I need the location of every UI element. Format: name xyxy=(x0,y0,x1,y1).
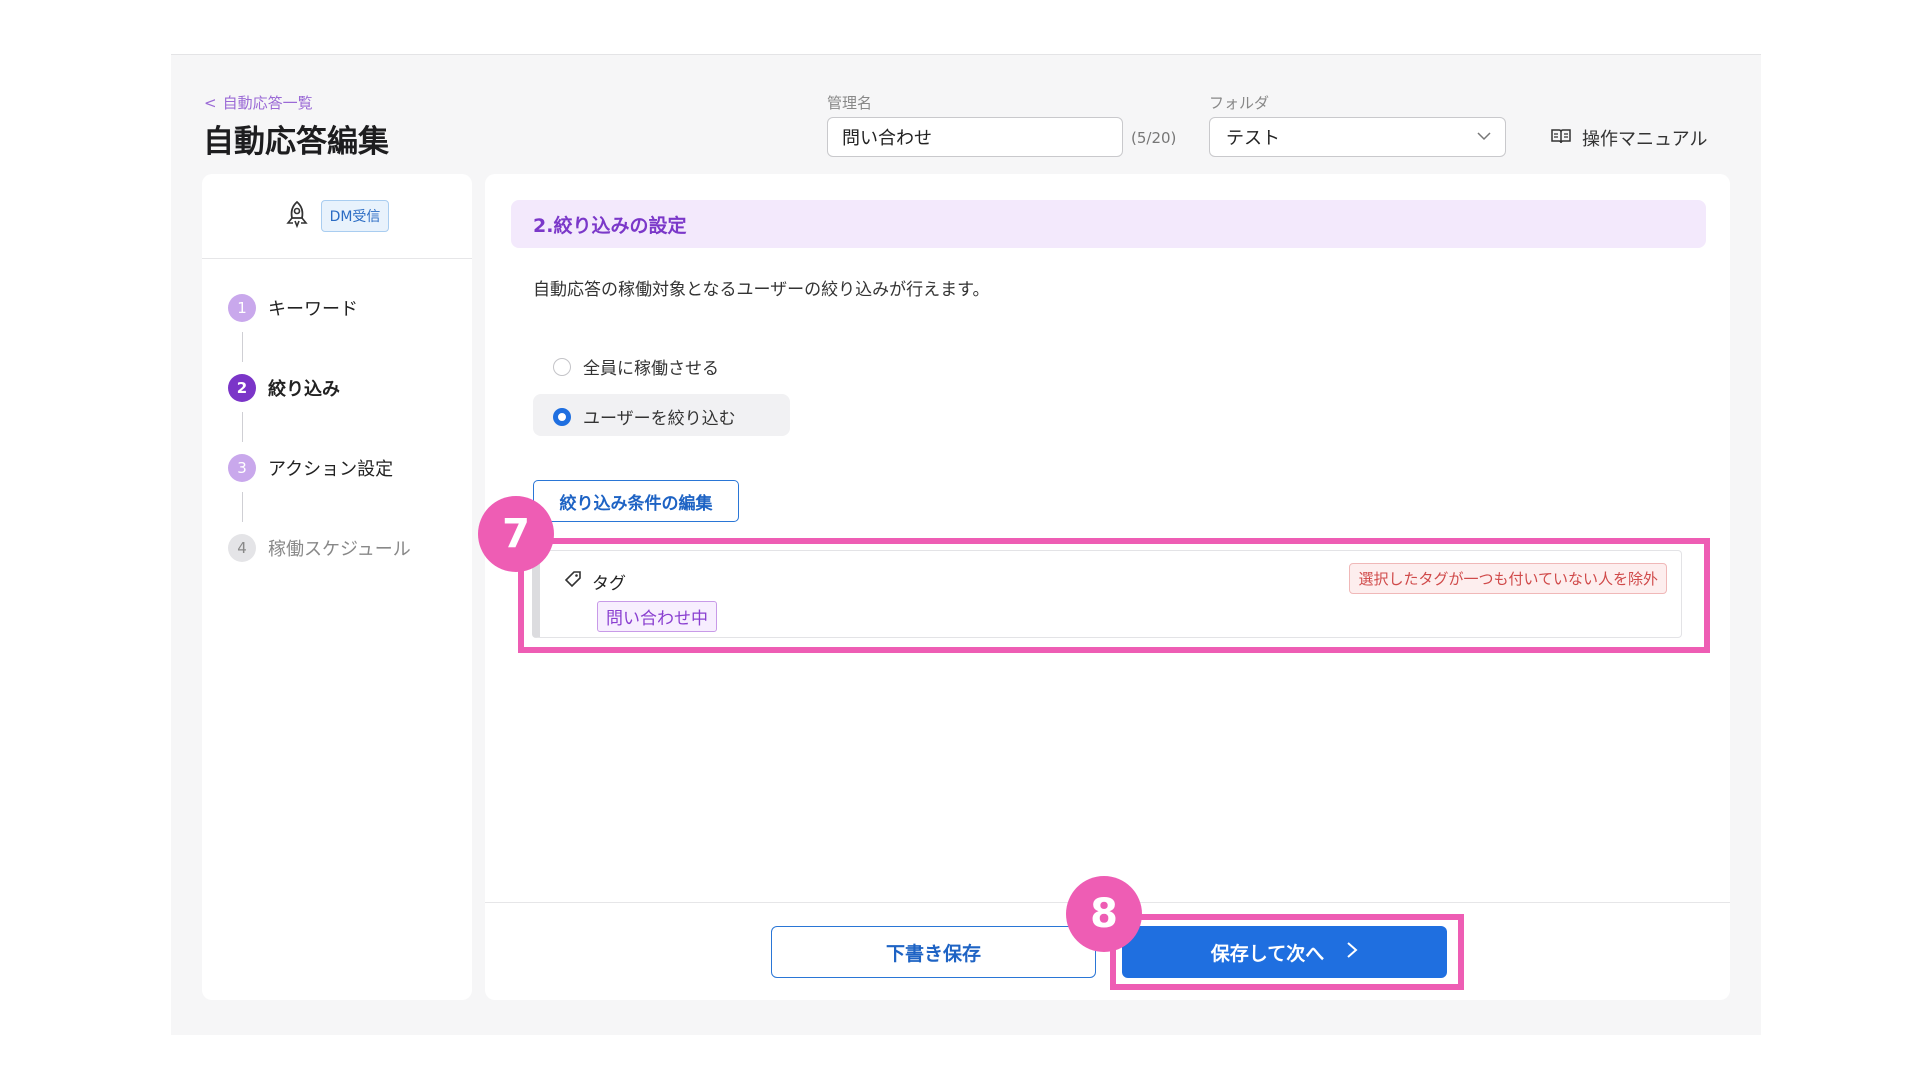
chevron-down-icon xyxy=(1477,129,1491,145)
callout-8: 8 xyxy=(1066,876,1142,952)
highlight-box-tag-condition xyxy=(518,538,1710,653)
back-link[interactable]: < 自動応答一覧 xyxy=(204,92,313,113)
callout-7: 7 xyxy=(478,496,554,572)
book-icon xyxy=(1550,127,1572,150)
step-keyword[interactable]: 1 キーワード xyxy=(228,294,358,322)
folder-field-label: フォルダ xyxy=(1209,94,1270,112)
step-number: 2 xyxy=(228,374,256,402)
step-connector xyxy=(242,412,243,442)
back-link-label: 自動応答一覧 xyxy=(222,94,313,112)
name-char-counter: (5/20) xyxy=(1131,129,1177,147)
radio-all-users[interactable]: 全員に稼働させる xyxy=(553,354,719,379)
step-number: 3 xyxy=(228,454,256,482)
radio-filter-users[interactable]: ユーザーを絞り込む xyxy=(553,404,736,429)
radio-label: 全員に稼働させる xyxy=(583,359,719,379)
name-input[interactable] xyxy=(827,117,1123,157)
name-field-label: 管理名 xyxy=(827,94,873,112)
step-number: 1 xyxy=(228,294,256,322)
trigger-row: DM受信 xyxy=(202,174,472,259)
manual-link[interactable]: 操作マニュアル xyxy=(1550,125,1707,151)
chevron-left-icon: < xyxy=(204,93,217,112)
highlight-box-save-next xyxy=(1110,914,1464,990)
step-schedule[interactable]: 4 稼働スケジュール xyxy=(228,534,411,562)
rocket-icon xyxy=(285,200,309,232)
step-sidebar: DM受信 1 キーワード 2 絞り込み 3 アクション設定 4 稼働スケジュール xyxy=(202,174,472,1000)
save-draft-button[interactable]: 下書き保存 xyxy=(771,926,1096,978)
step-label: アクション設定 xyxy=(268,459,394,480)
manual-label: 操作マニュアル xyxy=(1582,129,1708,150)
step-connector xyxy=(242,492,243,522)
section-description: 自動応答の稼働対象となるユーザーの絞り込みが行えます。 xyxy=(533,280,990,300)
folder-select[interactable]: テスト xyxy=(1209,117,1506,157)
section-title: 2.絞り込みの設定 xyxy=(511,200,1706,248)
folder-select-value: テスト xyxy=(1226,128,1280,149)
edit-filter-conditions-button[interactable]: 絞り込み条件の編集 xyxy=(533,480,739,522)
page-title: 自動応答編集 xyxy=(203,124,389,160)
step-number: 4 xyxy=(228,534,256,562)
step-label: 稼働スケジュール xyxy=(268,539,411,560)
step-connector xyxy=(242,332,243,362)
radio-button[interactable] xyxy=(553,407,571,426)
step-label: 絞り込み xyxy=(268,379,340,400)
radio-button[interactable] xyxy=(553,357,571,376)
radio-label: ユーザーを絞り込む xyxy=(583,409,736,429)
step-action[interactable]: 3 アクション設定 xyxy=(228,454,393,482)
step-label: キーワード xyxy=(268,299,358,320)
trigger-badge: DM受信 xyxy=(320,200,390,232)
step-filter[interactable]: 2 絞り込み xyxy=(228,374,340,402)
